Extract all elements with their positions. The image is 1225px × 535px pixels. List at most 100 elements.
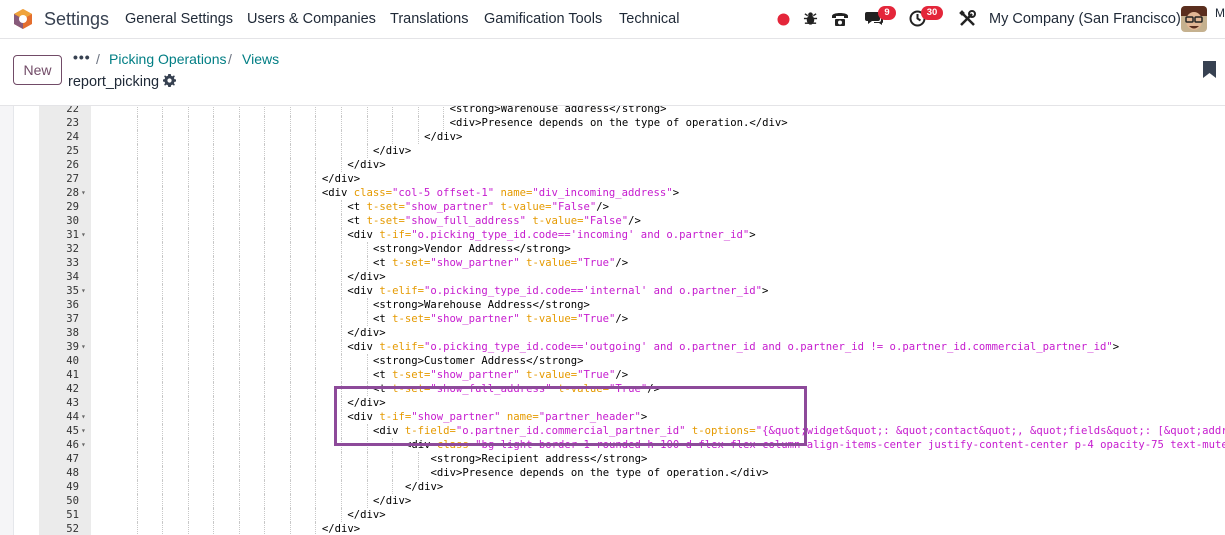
code-line[interactable]: 29 <t t-set="show_partner" t-value="False… [14, 200, 1225, 214]
code-line[interactable]: 40 <strong>Customer Address</strong> [14, 354, 1225, 368]
indent-guide [238, 480, 240, 494]
indent-guide [315, 172, 317, 186]
fold-toggle-icon[interactable]: ▾ [81, 424, 86, 438]
code-text: <t t-set="show_partner" t-value="True"/> [373, 368, 628, 382]
code-editor[interactable]: 22 <strong>Warehouse address</strong> 23 <d… [13, 106, 1225, 535]
breadcrumb-views[interactable]: Views [242, 51, 279, 67]
indent-guide [341, 466, 343, 480]
code-line[interactable]: 25 </div> [14, 144, 1225, 158]
code-line[interactable]: 47 <strong>Recipient address</strong> [14, 452, 1225, 466]
breadcrumb-picking-operations[interactable]: Picking Operations [109, 51, 227, 67]
indent-guide [213, 522, 215, 535]
fold-toggle-icon[interactable]: ▾ [81, 186, 86, 200]
menu-translations[interactable]: Translations [390, 11, 468, 27]
bookmark-icon[interactable] [1203, 61, 1216, 83]
fold-toggle-icon[interactable]: ▾ [81, 438, 86, 452]
fold-toggle-icon[interactable]: ▾ [81, 228, 86, 242]
line-number: 23 [66, 117, 79, 129]
code-line[interactable]: 27 </div> [14, 172, 1225, 186]
code-line[interactable]: 39 ▾ <div t-elif="o.picking_type_id.code==… [14, 340, 1225, 354]
code-text: </div> [405, 480, 443, 494]
indent-guide [238, 284, 240, 298]
menu-gamification-tools[interactable]: Gamification Tools [484, 11, 602, 27]
code-text: <strong>Warehouse Address</strong> [373, 298, 590, 312]
code-token: /> [615, 369, 629, 381]
fold-toggle-icon[interactable]: ▾ [81, 284, 86, 298]
indent-guide [238, 172, 240, 186]
indent-guide [213, 326, 215, 340]
indent-guide [162, 214, 164, 228]
code-line[interactable]: 22 <strong>Warehouse address</strong> [14, 106, 1225, 116]
code-line[interactable]: 28 ▾ <div class="col-5 offset-1" name="div… [14, 186, 1225, 200]
code-text: <div>Presence depends on the type of ope… [450, 116, 788, 130]
indent-guide [213, 452, 215, 466]
gear-icon[interactable] [163, 74, 176, 92]
odoo-settings-logo-icon[interactable] [12, 8, 34, 30]
indent-guide [417, 452, 419, 466]
line-number: 33 [66, 257, 79, 269]
indent-guide [315, 270, 317, 284]
record-indicator-icon[interactable] [777, 13, 790, 31]
code-line[interactable]: 35 ▾ <div t-elif="o.picking_type_id.code==… [14, 284, 1225, 298]
indent-guide [187, 270, 189, 284]
bug-icon[interactable] [803, 11, 818, 31]
code-text: </div> [373, 494, 411, 508]
code-line[interactable]: 32 <strong>Vendor Address</strong> [14, 242, 1225, 256]
indent-guide [264, 298, 266, 312]
indent-guide [341, 354, 343, 368]
tools-icon[interactable] [959, 10, 976, 32]
indent-guide [213, 172, 215, 186]
fold-toggle-icon[interactable]: ▾ [81, 410, 86, 424]
app-title[interactable]: Settings [44, 9, 109, 30]
indent-guide [315, 214, 317, 228]
indent-guide [162, 172, 164, 186]
messages-icon[interactable]: 9 [865, 6, 896, 31]
user-name-initial[interactable]: M [1215, 6, 1225, 20]
user-avatar[interactable] [1181, 6, 1207, 32]
indent-guide [366, 368, 368, 382]
code-line[interactable]: 48 <div>Presence depends on the type of o… [14, 466, 1225, 480]
activities-clock-icon[interactable]: 30 [909, 6, 943, 32]
line-number: 45 [66, 425, 79, 437]
fold-toggle-icon[interactable]: ▾ [81, 340, 86, 354]
code-line[interactable]: 31 ▾ <div t-if="o.picking_type_id.code=='i… [14, 228, 1225, 242]
code-line[interactable]: 34 </div> [14, 270, 1225, 284]
indent-guide [289, 242, 291, 256]
code-line[interactable]: 36 <strong>Warehouse Address</strong> [14, 298, 1225, 312]
indent-guide [136, 200, 138, 214]
company-switcher[interactable]: My Company (San Francisco) [989, 11, 1181, 27]
indent-guide [187, 130, 189, 144]
code-line[interactable]: 38 </div> [14, 326, 1225, 340]
menu-users-companies[interactable]: Users & Companies [247, 11, 376, 27]
code-token: </div> [347, 327, 386, 339]
code-line[interactable]: 23 <div>Presence depends on the type of o… [14, 116, 1225, 130]
code-line[interactable]: 33 <t t-set="show_partner" t-value="True"… [14, 256, 1225, 270]
code-token: <div [347, 229, 380, 241]
code-line[interactable]: 41 <t t-set="show_partner" t-value="True"… [14, 368, 1225, 382]
code-token: > [749, 229, 756, 241]
indent-guide [417, 130, 419, 144]
code-line[interactable]: 51 </div> [14, 508, 1225, 522]
code-token: </div> [372, 145, 412, 157]
indent-guide [213, 200, 215, 214]
code-token: > [762, 285, 769, 297]
code-line[interactable]: 37 <t t-set="show_partner" t-value="True"… [14, 312, 1225, 326]
indent-guide [213, 256, 215, 270]
code-line[interactable]: 26 </div> [14, 158, 1225, 172]
code-token: "True" [577, 369, 616, 381]
line-number: 47 [66, 453, 79, 465]
menu-general-settings[interactable]: General Settings [125, 11, 233, 27]
code-line[interactable]: 49 </div> [14, 480, 1225, 494]
code-token: <strong> [372, 299, 425, 311]
code-line[interactable]: 50 </div> [14, 494, 1225, 508]
code-line[interactable]: 24 </div> [14, 130, 1225, 144]
code-line[interactable]: 30 <t t-set="show_full_address" t-value="… [14, 214, 1225, 228]
code-line[interactable]: 52 </div> [14, 522, 1225, 535]
indent-guide [136, 228, 138, 242]
indent-guide [289, 116, 291, 130]
breadcrumb-more-button[interactable]: ••• [73, 49, 91, 65]
phone-icon[interactable] [831, 10, 849, 32]
indent-guide [187, 228, 189, 242]
menu-technical[interactable]: Technical [619, 11, 679, 27]
new-button[interactable]: New [13, 55, 62, 85]
